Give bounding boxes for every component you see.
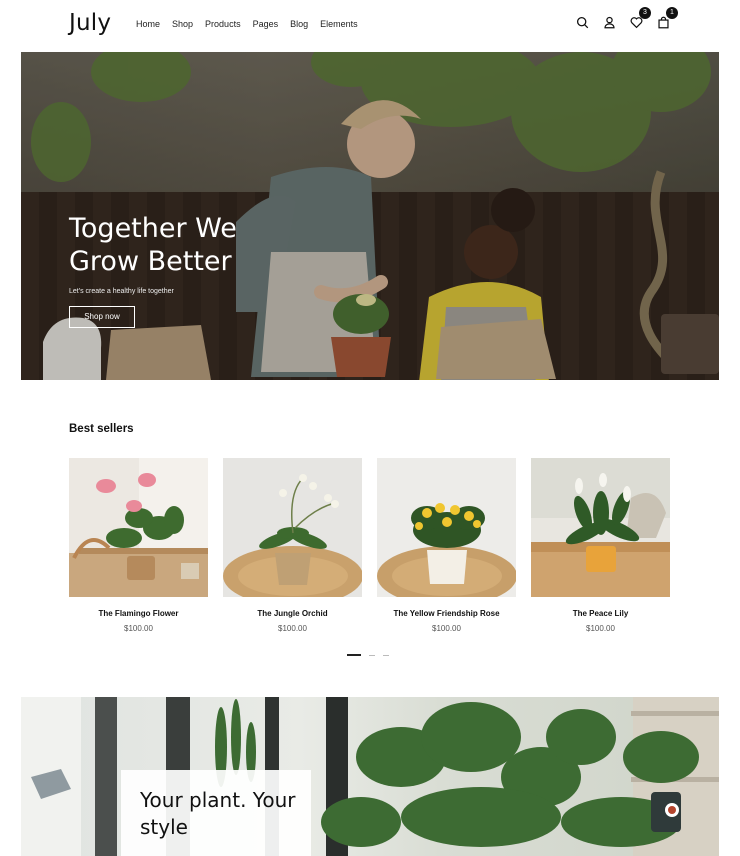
product-name[interactable]: The Yellow Friendship Rose	[377, 609, 516, 618]
hero-title: Together We Grow Better	[69, 213, 237, 277]
banner-title: Your plant. Your style	[140, 788, 296, 839]
best-sellers-title: Best sellers	[69, 423, 134, 435]
product-price: $100.00	[278, 624, 307, 633]
product-image-flamingo-flower[interactable]	[69, 458, 208, 597]
heart-icon[interactable]: 3	[630, 7, 651, 29]
product-card[interactable]: The Jungle Orchid $100.00	[223, 458, 362, 633]
product-image-jungle-orchid[interactable]	[223, 458, 362, 597]
product-name[interactable]: The Flamingo Flower	[69, 609, 208, 618]
product-card[interactable]: The Peace Lily $100.00	[531, 458, 670, 633]
main-nav: Home Shop Products Pages Blog Elements	[136, 19, 358, 29]
product-image-yellow-friendship-rose[interactable]	[377, 458, 516, 597]
pagination-dot-3[interactable]	[383, 654, 389, 656]
pagination-dot-2[interactable]	[369, 654, 375, 656]
product-card[interactable]: The Flamingo Flower $100.00	[69, 458, 208, 633]
nav-home[interactable]: Home	[136, 19, 160, 29]
product-card[interactable]: The Yellow Friendship Rose $100.00	[377, 458, 516, 633]
product-price: $100.00	[124, 624, 153, 633]
product-carousel: The Flamingo Flower $100.00 The Jungle O…	[69, 458, 670, 633]
product-price: $100.00	[432, 624, 461, 633]
product-price: $100.00	[586, 624, 615, 633]
nav-blog[interactable]: Blog	[290, 19, 308, 29]
hero-banner: Together We Grow Better Let's create a h…	[21, 52, 719, 380]
hotspot-dot-icon	[668, 806, 676, 814]
hero-text-block: Together We Grow Better Let's create a h…	[69, 212, 269, 295]
site-logo[interactable]: July	[69, 10, 111, 36]
product-name[interactable]: The Jungle Orchid	[223, 609, 362, 618]
nav-elements[interactable]: Elements	[320, 19, 358, 29]
shop-now-button[interactable]: Shop now	[69, 306, 135, 328]
carousel-pagination	[347, 654, 389, 656]
product-name[interactable]: The Peace Lily	[531, 609, 670, 618]
nav-pages[interactable]: Pages	[253, 19, 279, 29]
product-image-peace-lily[interactable]	[531, 458, 670, 597]
page: July Home Shop Products Pages Blog Eleme…	[0, 0, 740, 856]
search-icon[interactable]	[576, 16, 589, 29]
bag-icon[interactable]: 1	[657, 7, 678, 29]
nav-shop[interactable]: Shop	[172, 19, 193, 29]
user-icon[interactable]	[603, 16, 616, 29]
nav-products[interactable]: Products	[205, 19, 241, 29]
product-hotspot[interactable]	[665, 803, 679, 817]
site-header: July Home Shop Products Pages Blog Eleme…	[0, 0, 740, 52]
hero-subtitle: Let's create a healthy life together	[69, 288, 174, 295]
header-actions: 3 1	[576, 7, 678, 29]
wishlist-count-badge: 3	[639, 7, 651, 19]
cart-count-badge: 1	[666, 7, 678, 19]
promo-banner: Your plant. Your style	[21, 697, 719, 856]
pagination-dot-1[interactable]	[347, 654, 361, 656]
